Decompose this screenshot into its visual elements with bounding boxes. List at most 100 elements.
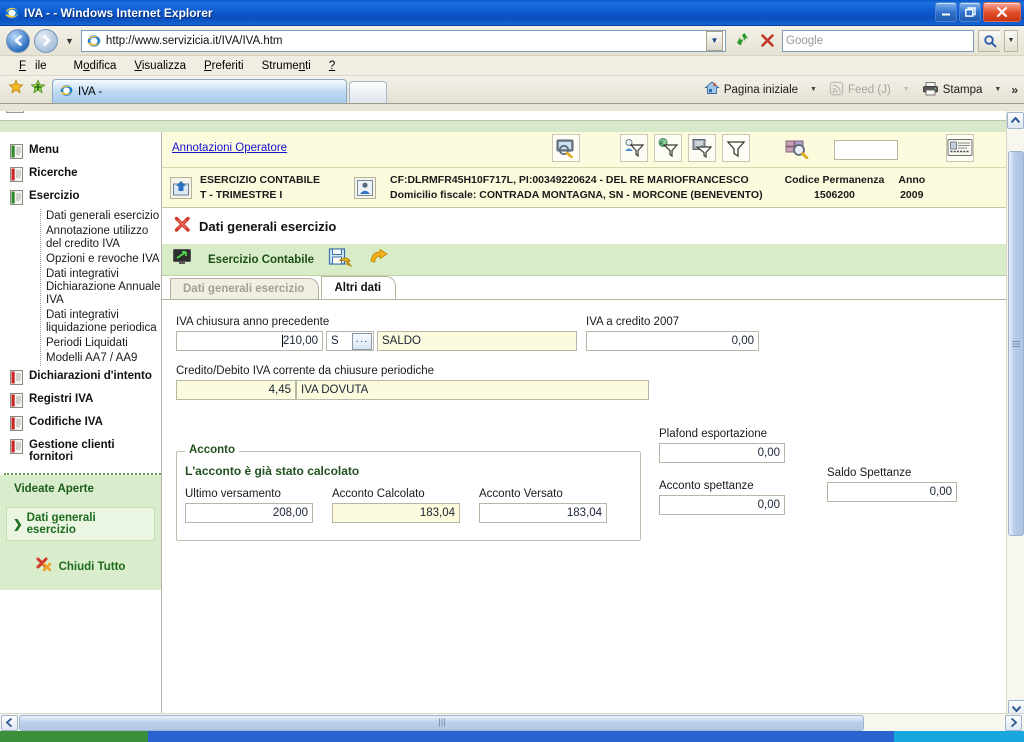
history-dropdown-icon[interactable]: ▼ <box>62 36 77 46</box>
sidebar-item-registri-iva[interactable]: Registri IVA <box>6 389 161 412</box>
restore-button[interactable] <box>959 2 981 22</box>
archive-search-icon[interactable] <box>784 134 812 162</box>
acconto-spettanze-input[interactable]: 0,00 <box>659 495 785 515</box>
sidebar-item-label: Gestione clienti fornitori <box>29 439 115 463</box>
sidebar-item-label: Dichiarazioni d'intento <box>29 370 152 382</box>
search-icon[interactable] <box>978 29 1000 52</box>
sidebar-subitem-dati-generali[interactable]: Dati generali esercizio <box>46 209 161 224</box>
sidebar-subitem-dati-integrativi-periodica[interactable]: Dati integrativi liquidazione periodica <box>46 308 161 336</box>
lookup-button[interactable]: ··· <box>352 333 372 350</box>
acconto-versato-input[interactable]: 183,04 <box>479 503 607 523</box>
acconto-calcolato-input[interactable]: 183,04 <box>332 503 460 523</box>
undo-arrow-icon[interactable] <box>368 248 390 271</box>
address-bar: ▼ http://www.servizicia.it/IVA/IVA.htm ▼ <box>0 26 1024 56</box>
page-vertical-scrollbar[interactable] <box>1006 111 1024 719</box>
anno-value: 2009 <box>900 188 924 201</box>
credito-debito-input[interactable]: 4,45 <box>176 380 296 400</box>
refresh-icon[interactable] <box>730 30 752 52</box>
browser-tab[interactable]: IVA - <box>52 79 347 103</box>
sidebar-item-label: Menu <box>29 144 60 156</box>
sidebar-item-codifiche-iva[interactable]: Codifiche IVA <box>6 412 161 435</box>
saldo-spettanze-input[interactable]: 0,00 <box>827 482 957 502</box>
sidebar-subitem-modelli-aa7-aa9[interactable]: Modelli AA7 / AA9 <box>46 351 161 366</box>
list-icon[interactable] <box>6 111 24 113</box>
print-label: Stampa <box>942 83 983 96</box>
scroll-thumb-horizontal[interactable] <box>19 714 864 731</box>
iva-chiusura-input[interactable]: 210,00 <box>176 331 323 351</box>
forward-arrow-icon[interactable] <box>34 28 58 53</box>
print-button[interactable]: Stampa <box>918 79 987 101</box>
home-dropdown-icon[interactable]: ▼ <box>806 86 821 93</box>
ultimo-versamento-input[interactable]: 208,00 <box>185 503 313 523</box>
menu-item-strumenti[interactable]: Strumenti <box>253 58 320 74</box>
back-arrow-icon[interactable] <box>6 28 30 53</box>
acconto-calcolato-label: Acconto Calcolato <box>332 488 425 500</box>
iva-chiusura-code-input[interactable]: S ··· <box>326 331 374 351</box>
sidebar-item-gestione-clienti-fornitori[interactable]: Gestione clienti fornitori <box>6 435 161 467</box>
sidebar-item-dichiarazioni-intento[interactable]: Dichiarazioni d'intento <box>6 366 161 389</box>
document-filter-icon[interactable] <box>688 134 716 162</box>
add-star-icon[interactable] <box>30 78 46 98</box>
print-dropdown-icon[interactable]: ▼ <box>990 86 1005 93</box>
sidebar-subitem-opzioni-revoche[interactable]: Opzioni e revoche IVA <box>46 252 161 267</box>
chevron-down-icon[interactable]: ▼ <box>706 30 723 51</box>
credito-debito-desc: IVA DOVUTA <box>296 380 649 400</box>
scroll-right-button[interactable] <box>1005 714 1022 731</box>
new-tab-button[interactable] <box>349 81 387 103</box>
sidebar-item-ricerche[interactable]: Ricerche <box>6 163 161 186</box>
header-blank-input[interactable] <box>834 140 898 160</box>
menu-item-file[interactable]: File <box>10 58 65 74</box>
url-input[interactable]: http://www.servizicia.it/IVA/IVA.htm ▼ <box>80 29 726 52</box>
search-dropdown-icon[interactable]: ▼ <box>1004 29 1018 52</box>
feed-button: Feed (J) <box>825 79 895 101</box>
person-filter-icon[interactable] <box>620 134 648 162</box>
open-view-label: Dati generali esercizio <box>26 512 96 536</box>
command-overflow-button[interactable]: » <box>1009 83 1018 97</box>
tab-altri-dati[interactable]: Altri dati <box>321 276 397 299</box>
close-all-button[interactable]: Chiudi Tutto <box>0 557 161 576</box>
taskbar-start-button[interactable] <box>0 731 148 742</box>
red-x-icon[interactable] <box>174 216 191 236</box>
menu-item-preferiti[interactable]: Preferiti <box>195 58 253 74</box>
id-card-icon[interactable] <box>946 134 974 162</box>
annotations-link[interactable]: Annotazioni Operatore <box>172 142 287 154</box>
stop-icon[interactable] <box>756 30 778 52</box>
close-button[interactable] <box>983 2 1021 22</box>
saldo-spettanze-label: Saldo Spettanze <box>827 467 912 479</box>
tab-bar: IVA - Pagina iniziale ▼ Feed (J) ▼ Stamp… <box>0 76 1024 104</box>
sidebar-subitem-periodi-liquidati[interactable]: Periodi Liquidati <box>46 336 161 351</box>
site-favicon-icon <box>86 33 102 49</box>
book-icon <box>10 144 23 159</box>
sidebar-subitem-annotazione-credito[interactable]: Annotazione utilizzo del credito IVA <box>46 224 161 252</box>
scroll-left-button[interactable] <box>1 714 18 731</box>
plafond-input[interactable]: 0,00 <box>659 443 785 463</box>
scroll-thumb-vertical[interactable] <box>1008 151 1024 536</box>
form-body: IVA chiusura anno precedente 210,00 S ··… <box>162 300 1006 719</box>
menu-item-visualizza[interactable]: Visualizza <box>125 58 195 74</box>
sidebar-item-menu[interactable]: Menu <box>6 140 161 163</box>
tab-favicon-icon <box>59 83 74 101</box>
iva-credito-input[interactable]: 0,00 <box>586 331 759 351</box>
filter-icon[interactable] <box>722 134 750 162</box>
monitor-icon[interactable] <box>172 248 194 271</box>
open-view-item[interactable]: ❯ Dati generali esercizio <box>6 507 155 541</box>
page-title-text: Dati generali esercizio <box>199 218 337 234</box>
page-horizontal-scrollbar[interactable] <box>0 713 1024 731</box>
tab-dati-generali-esercizio[interactable]: Dati generali esercizio <box>170 278 320 299</box>
minimize-button[interactable] <box>935 2 957 22</box>
sidebar-subitem-dati-integrativi-annuale[interactable]: Dati integrativi Dichiarazione Annuale I… <box>46 267 161 308</box>
acconto-versato-label: Acconto Versato <box>479 488 563 500</box>
search-input[interactable]: Google <box>782 29 974 52</box>
context-info-bar: ESERCIZIO CONTABILE T - TRIMESTRE I CF:D… <box>162 168 1006 208</box>
menu-item-modifica[interactable]: Modifica <box>65 58 126 74</box>
money-filter-icon[interactable]: € <box>654 134 682 162</box>
sidebar-item-esercizio[interactable]: Esercizio <box>6 186 161 209</box>
taskbar-strip <box>0 731 1024 742</box>
star-icon[interactable] <box>8 78 24 98</box>
scroll-up-button[interactable] <box>1007 112 1024 129</box>
search-screen-icon[interactable] <box>552 134 580 162</box>
menu-item-help[interactable]: ? <box>320 58 344 74</box>
anno-label: Anno <box>898 173 926 186</box>
save-icon[interactable] <box>328 247 353 272</box>
home-button[interactable]: Pagina iniziale <box>700 78 802 101</box>
